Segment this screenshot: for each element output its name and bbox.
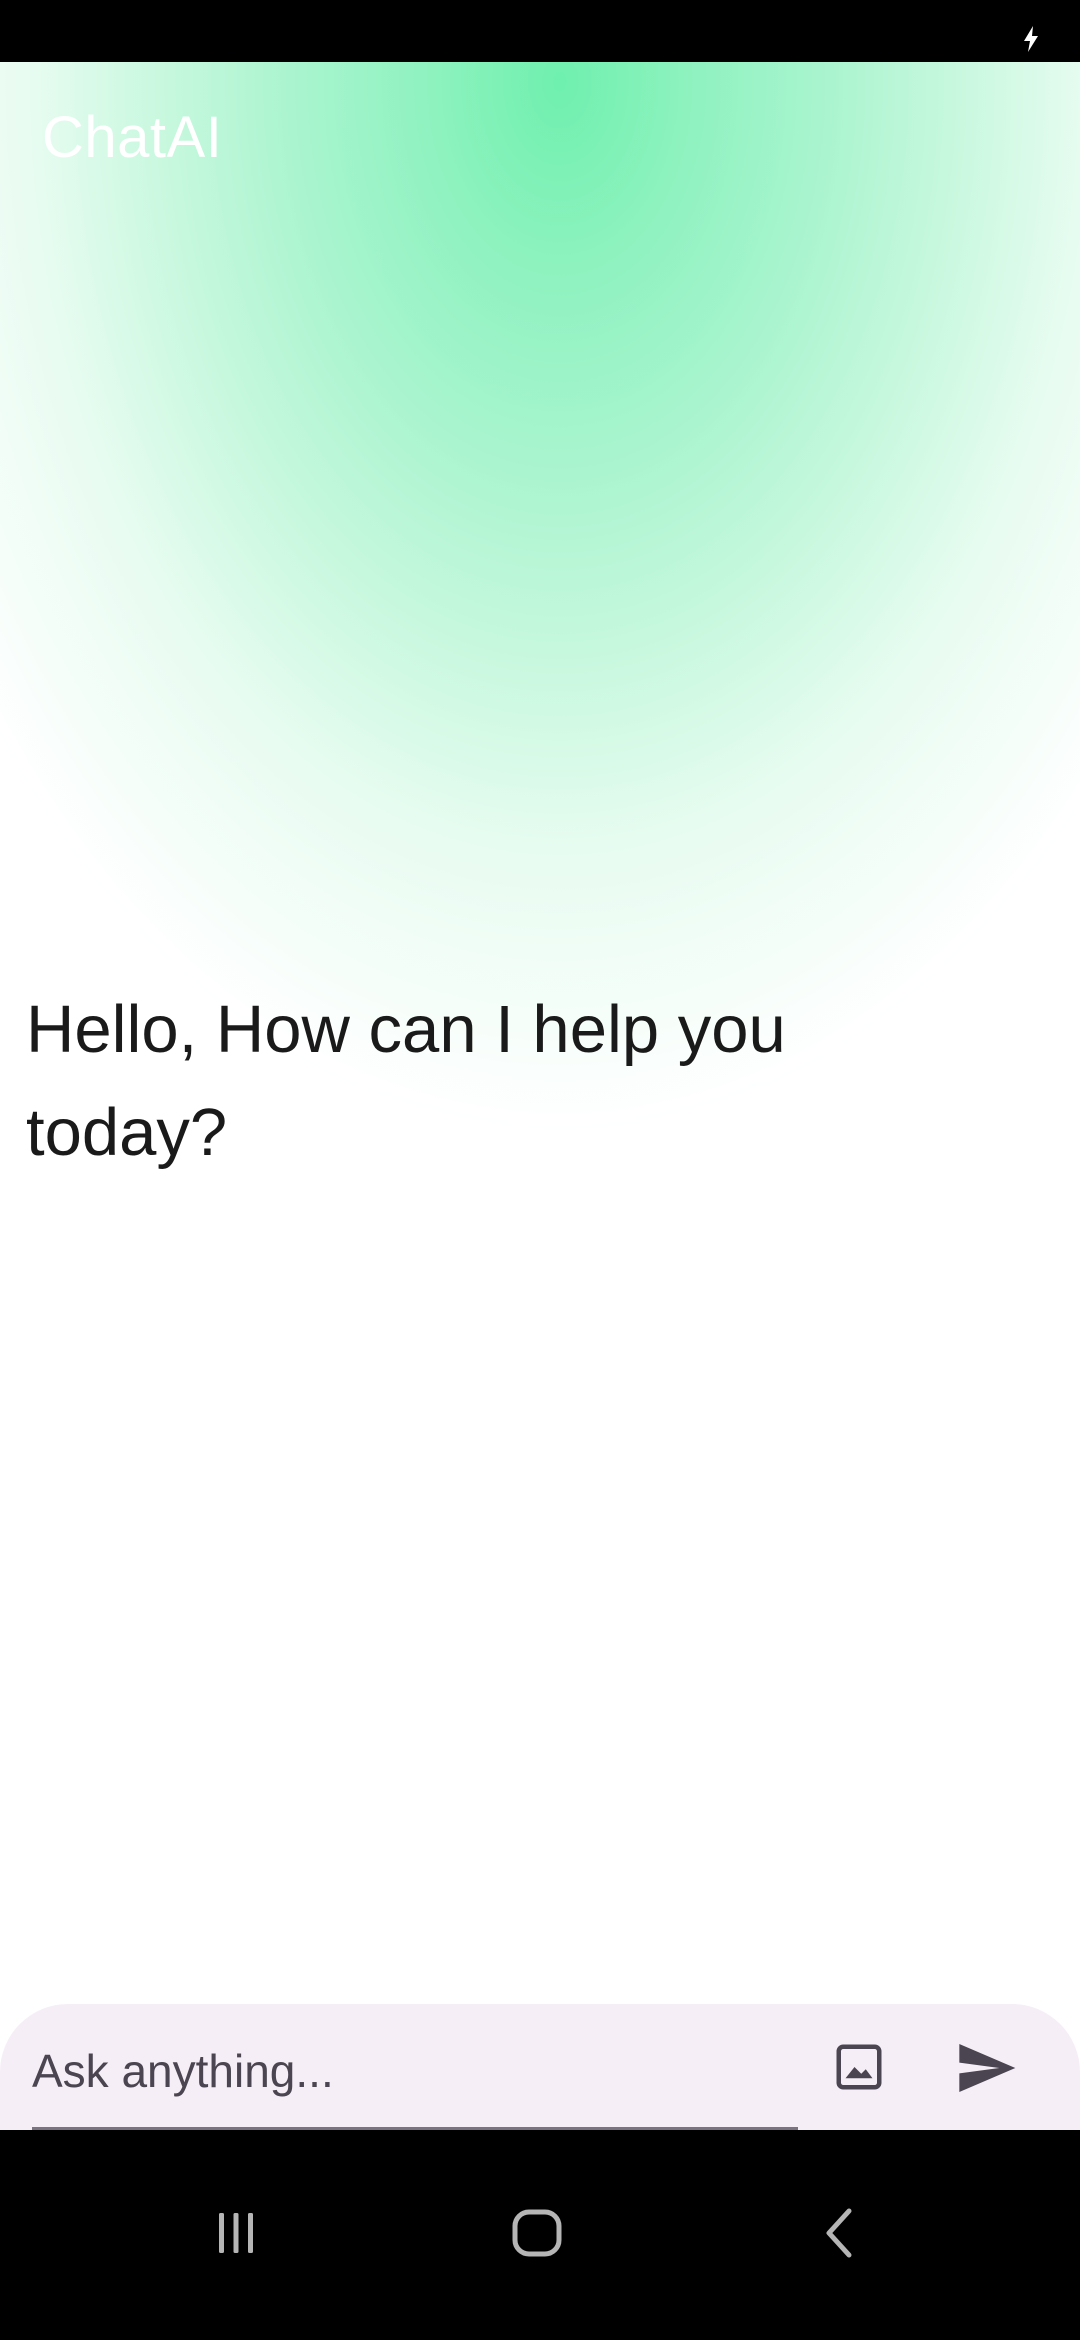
message-input[interactable] xyxy=(32,2026,798,2116)
recent-apps-button[interactable] xyxy=(191,2188,281,2278)
attach-image-button[interactable] xyxy=(826,2034,892,2100)
greeting-message: Hello, How can I help you today? xyxy=(26,992,786,1170)
recent-apps-icon xyxy=(219,2213,253,2253)
charging-icon xyxy=(1024,26,1038,52)
back-icon xyxy=(826,2208,852,2258)
image-icon xyxy=(836,2044,882,2090)
back-button[interactable] xyxy=(794,2188,884,2278)
status-bar xyxy=(0,0,1080,62)
system-navigation-bar xyxy=(0,2130,1080,2340)
message-composer xyxy=(0,2004,1080,2130)
home-button[interactable] xyxy=(492,2188,582,2278)
message-input-wrapper xyxy=(32,2004,798,2130)
send-icon xyxy=(959,2044,1016,2092)
app-title: ChatAI xyxy=(42,105,223,170)
send-button[interactable] xyxy=(948,2030,1024,2106)
home-icon xyxy=(512,2209,562,2257)
chat-screen: ChatAI Hello, How can I help you today? xyxy=(0,0,1080,2340)
